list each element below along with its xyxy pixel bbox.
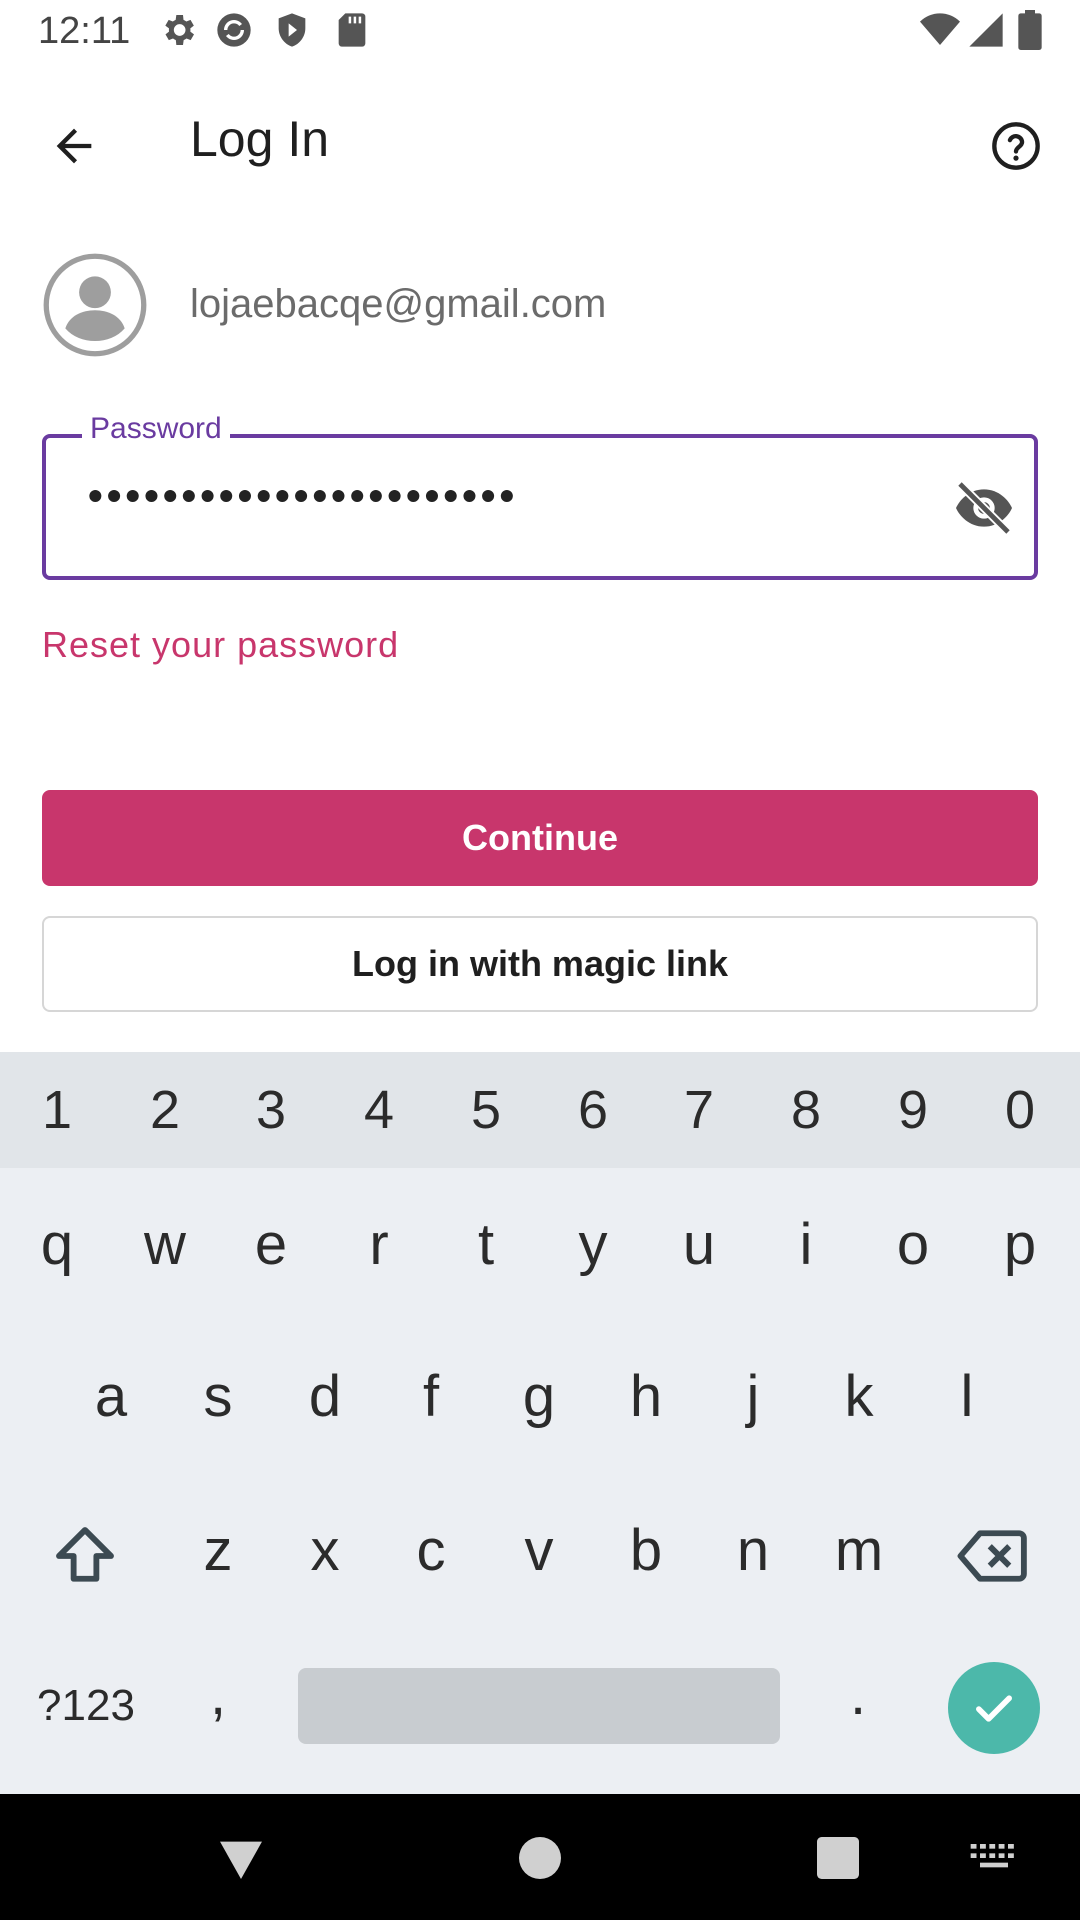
key-comma[interactable]: , <box>168 1636 268 1752</box>
key-1[interactable]: 1 <box>4 1052 110 1168</box>
key-i[interactable]: i <box>753 1186 859 1302</box>
key-h[interactable]: h <box>593 1338 699 1454</box>
key-2[interactable]: 2 <box>112 1052 218 1168</box>
key-k[interactable]: k <box>806 1338 912 1454</box>
key-period[interactable]: . <box>808 1636 908 1752</box>
key-g[interactable]: g <box>486 1338 592 1454</box>
key-t[interactable]: t <box>433 1186 539 1302</box>
key-q[interactable]: q <box>4 1186 110 1302</box>
nav-back-button[interactable] <box>213 1830 269 1886</box>
key-c[interactable]: c <box>378 1492 484 1608</box>
backspace-key[interactable] <box>940 1498 1046 1614</box>
key-5[interactable]: 5 <box>433 1052 539 1168</box>
key-f[interactable]: f <box>378 1338 484 1454</box>
back-button[interactable] <box>34 106 114 186</box>
key-j[interactable]: j <box>700 1338 806 1454</box>
battery-icon <box>1012 10 1048 50</box>
help-circle-icon <box>990 120 1042 172</box>
key-n[interactable]: n <box>700 1492 806 1608</box>
settings-icon <box>158 10 198 50</box>
avatar <box>42 252 148 358</box>
symbols-key[interactable]: ?123 <box>16 1648 156 1764</box>
magic-link-button[interactable]: Log in with magic link <box>42 916 1038 1012</box>
key-b[interactable]: b <box>593 1492 699 1608</box>
shift-key[interactable] <box>32 1498 138 1614</box>
status-time: 12:11 <box>38 10 131 52</box>
keyboard: 1 2 3 4 5 6 7 8 9 0 q w e r t y u i o p … <box>0 1052 1080 1794</box>
help-button[interactable] <box>976 106 1056 186</box>
arrow-back-icon <box>48 120 100 172</box>
signal-icon <box>966 10 1006 50</box>
shield-icon <box>272 10 312 50</box>
done-key[interactable] <box>948 1662 1040 1754</box>
account-email: lojaebacqe@gmail.com <box>190 282 607 326</box>
key-d[interactable]: d <box>272 1338 378 1454</box>
key-v[interactable]: v <box>486 1492 592 1608</box>
app-bar: Log In <box>0 80 1080 196</box>
key-z[interactable]: z <box>165 1492 271 1608</box>
nav-home-button[interactable] <box>512 1830 568 1886</box>
status-bar: 12:11 <box>0 0 1080 64</box>
key-e[interactable]: e <box>218 1186 324 1302</box>
password-label: Password <box>82 412 230 446</box>
key-r[interactable]: r <box>326 1186 432 1302</box>
key-p[interactable]: p <box>967 1186 1073 1302</box>
key-u[interactable]: u <box>646 1186 752 1302</box>
key-s[interactable]: s <box>165 1338 271 1454</box>
key-o[interactable]: o <box>860 1186 966 1302</box>
key-l[interactable]: l <box>914 1338 1020 1454</box>
shift-icon <box>46 1517 124 1595</box>
check-icon <box>968 1682 1020 1734</box>
sd-card-icon <box>332 10 372 50</box>
key-w[interactable]: w <box>112 1186 218 1302</box>
key-0[interactable]: 0 <box>967 1052 1073 1168</box>
keyboard-number-row: 1 2 3 4 5 6 7 8 9 0 <box>0 1052 1080 1168</box>
visibility-off-icon <box>952 476 1016 540</box>
reset-password-link[interactable]: Reset your password <box>42 624 399 666</box>
key-3[interactable]: 3 <box>218 1052 324 1168</box>
key-6[interactable]: 6 <box>540 1052 646 1168</box>
page-title: Log In <box>190 111 330 167</box>
space-bar[interactable] <box>298 1668 780 1744</box>
key-y[interactable]: y <box>540 1186 646 1302</box>
key-x[interactable]: x <box>272 1492 378 1608</box>
key-9[interactable]: 9 <box>860 1052 966 1168</box>
backspace-icon <box>954 1517 1032 1595</box>
key-8[interactable]: 8 <box>753 1052 859 1168</box>
sync-icon <box>214 10 254 50</box>
navigation-bar <box>0 1794 1080 1920</box>
wifi-icon <box>920 10 960 50</box>
nav-recents-button[interactable] <box>810 1830 866 1886</box>
key-7[interactable]: 7 <box>646 1052 752 1168</box>
password-field[interactable]: Password ••••••••••••••••••••••• <box>42 412 1038 580</box>
password-input[interactable]: ••••••••••••••••••••••• <box>88 472 518 520</box>
key-m[interactable]: m <box>806 1492 912 1608</box>
keyboard-switch-icon[interactable] <box>966 1830 1022 1886</box>
continue-button[interactable]: Continue <box>42 790 1038 886</box>
key-a[interactable]: a <box>58 1338 164 1454</box>
key-4[interactable]: 4 <box>326 1052 432 1168</box>
password-visibility-toggle[interactable] <box>946 470 1022 546</box>
